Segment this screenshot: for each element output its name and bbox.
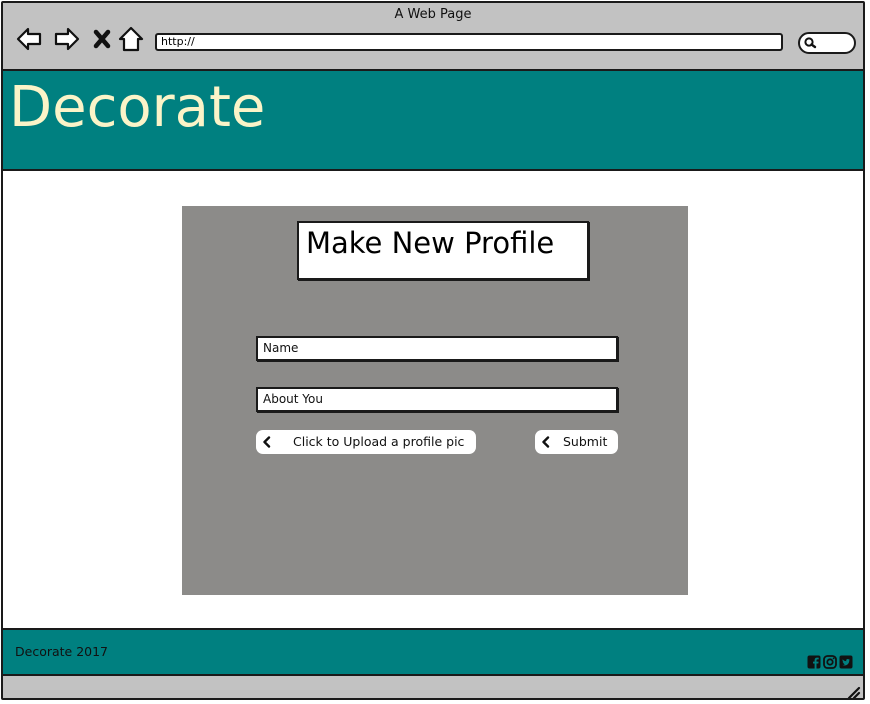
form-title: Make New Profile: [297, 221, 589, 280]
search-field[interactable]: [798, 32, 856, 54]
submit-button[interactable]: Submit: [535, 430, 618, 454]
browser-window: A Web Page http:// Decorate Make New Pro…: [1, 1, 865, 700]
site-footer: Decorate 2017: [3, 628, 863, 676]
about-you-field[interactable]: About You: [256, 387, 618, 412]
twitter-icon[interactable]: [839, 654, 853, 669]
browser-toolbar: A Web Page http://: [3, 3, 863, 71]
home-icon[interactable]: [117, 25, 145, 53]
name-field[interactable]: Name: [256, 336, 618, 361]
url-input[interactable]: http://: [155, 33, 783, 51]
facebook-icon[interactable]: [807, 654, 821, 669]
site-header: Decorate: [3, 71, 863, 171]
close-x-icon[interactable]: [89, 25, 117, 53]
chevron-left-icon: [263, 436, 271, 448]
browser-status-bar: [3, 676, 863, 700]
upload-profile-pic-button[interactable]: Click to Upload a profile pic: [256, 430, 476, 454]
window-title: A Web Page: [394, 7, 472, 22]
instagram-icon[interactable]: [823, 654, 837, 669]
chevron-left-icon: [542, 436, 550, 448]
forward-arrow-icon[interactable]: [53, 25, 81, 53]
resize-handle-icon[interactable]: [845, 684, 861, 700]
profile-form-panel: Make New Profile Name About You Click to…: [182, 206, 688, 595]
footer-copyright: Decorate 2017: [15, 644, 109, 659]
brand-logo-text[interactable]: Decorate: [9, 73, 265, 143]
search-icon: [804, 37, 817, 49]
submit-button-label: Submit: [563, 434, 608, 449]
back-arrow-icon[interactable]: [15, 25, 43, 53]
upload-button-label: Click to Upload a profile pic: [293, 434, 465, 449]
